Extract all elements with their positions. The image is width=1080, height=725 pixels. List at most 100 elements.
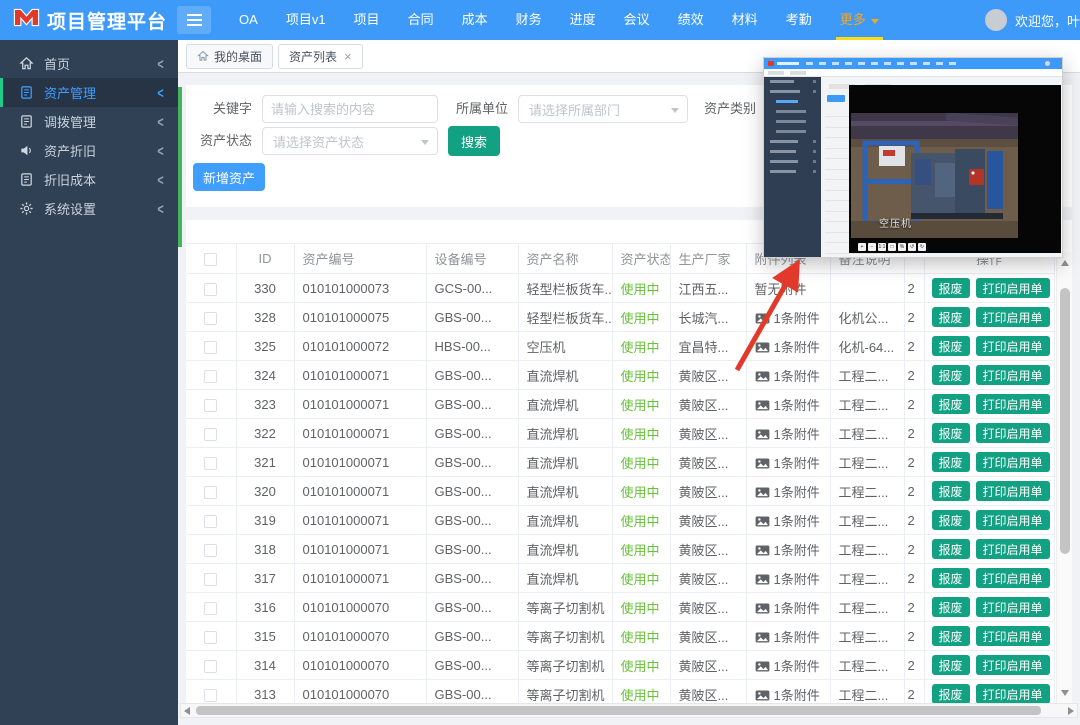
scrap-button[interactable]: 报废 bbox=[932, 394, 970, 414]
search-button[interactable]: 搜索 bbox=[448, 126, 500, 156]
nav-item-1[interactable]: 项目v1 bbox=[272, 0, 340, 40]
scroll-left-arrow[interactable] bbox=[184, 707, 190, 715]
nav-item-7[interactable]: 会议 bbox=[610, 0, 664, 40]
scrap-button[interactable]: 报废 bbox=[932, 423, 970, 443]
content-scroll-indicator[interactable] bbox=[178, 87, 182, 247]
nav-item-6[interactable]: 进度 bbox=[556, 0, 610, 40]
nav-item-5[interactable]: 财务 bbox=[502, 0, 556, 40]
scrap-button[interactable]: 报废 bbox=[932, 307, 970, 327]
nav-item-8[interactable]: 绩效 bbox=[664, 0, 718, 40]
scroll-right-arrow[interactable] bbox=[1068, 707, 1074, 715]
print-activation-button[interactable]: 打印启用单 bbox=[976, 597, 1050, 617]
sidebar-item-0[interactable]: 首页< bbox=[0, 49, 178, 78]
image-icon bbox=[755, 660, 770, 675]
cell-attachment[interactable]: 1条附件 bbox=[746, 506, 830, 535]
print-activation-button[interactable]: 打印启用单 bbox=[976, 481, 1050, 501]
cell-attachment[interactable]: 1条附件 bbox=[746, 477, 830, 506]
row-checkbox[interactable] bbox=[204, 689, 217, 702]
close-icon[interactable] bbox=[344, 50, 352, 63]
row-checkbox[interactable] bbox=[204, 399, 217, 412]
print-activation-button[interactable]: 打印启用单 bbox=[976, 307, 1050, 327]
unit-select[interactable]: 请选择所属部门 bbox=[518, 95, 688, 123]
sidebar-item-3[interactable]: 资产折旧< bbox=[0, 136, 178, 165]
print-activation-button[interactable]: 打印启用单 bbox=[976, 539, 1050, 559]
row-checkbox[interactable] bbox=[204, 544, 217, 557]
print-activation-button[interactable]: 打印启用单 bbox=[976, 655, 1050, 675]
scrap-button[interactable]: 报废 bbox=[932, 510, 970, 530]
scrap-button[interactable]: 报废 bbox=[932, 626, 970, 646]
cell-attachment[interactable]: 1条附件 bbox=[746, 448, 830, 477]
sidebar-item-5[interactable]: 系统设置< bbox=[0, 194, 178, 223]
cell-attachment[interactable]: 1条附件 bbox=[746, 303, 830, 332]
nav-item-more[interactable]: 更多 bbox=[826, 0, 893, 40]
sidebar-item-4[interactable]: 折旧成本< bbox=[0, 165, 178, 194]
scrap-button[interactable]: 报废 bbox=[932, 452, 970, 472]
menu-toggle-button[interactable] bbox=[177, 6, 211, 34]
print-activation-button[interactable]: 打印启用单 bbox=[976, 394, 1050, 414]
nav-item-3[interactable]: 合同 bbox=[394, 0, 448, 40]
avatar[interactable] bbox=[985, 9, 1007, 31]
select-all-checkbox[interactable] bbox=[204, 253, 217, 266]
cell-attachment[interactable]: 1条附件 bbox=[746, 564, 830, 593]
row-checkbox[interactable] bbox=[204, 602, 217, 615]
print-activation-button[interactable]: 打印启用单 bbox=[976, 510, 1050, 530]
scrap-button[interactable]: 报废 bbox=[932, 597, 970, 617]
vertical-scroll-thumb[interactable] bbox=[1060, 288, 1070, 554]
scrap-button[interactable]: 报废 bbox=[932, 336, 970, 356]
scrap-button[interactable]: 报废 bbox=[932, 684, 970, 703]
cell-attachment[interactable]: 1条附件 bbox=[746, 651, 830, 680]
row-checkbox[interactable] bbox=[204, 457, 217, 470]
row-checkbox[interactable] bbox=[204, 312, 217, 325]
row-checkbox[interactable] bbox=[204, 515, 217, 528]
nav-item-2[interactable]: 项目 bbox=[340, 0, 394, 40]
cell-attachment[interactable]: 1条附件 bbox=[746, 361, 830, 390]
vertical-scrollbar[interactable] bbox=[1056, 252, 1072, 704]
print-activation-button[interactable]: 打印启用单 bbox=[976, 626, 1050, 646]
cell-attachment[interactable]: 1条附件 bbox=[746, 390, 830, 419]
scroll-down-arrow[interactable] bbox=[1061, 690, 1069, 696]
cell-attachment[interactable]: 1条附件 bbox=[746, 680, 830, 704]
cell-attachment[interactable]: 1条附件 bbox=[746, 622, 830, 651]
row-checkbox[interactable] bbox=[204, 283, 217, 296]
nav-item-10[interactable]: 考勤 bbox=[772, 0, 826, 40]
user-box[interactable]: 欢迎您，叶炜 bbox=[985, 9, 1080, 31]
nav-item-9[interactable]: 材料 bbox=[718, 0, 772, 40]
sidebar-item-2[interactable]: 调拨管理< bbox=[0, 107, 178, 136]
row-checkbox[interactable] bbox=[204, 573, 217, 586]
horizontal-scroll-thumb[interactable] bbox=[196, 706, 1041, 715]
scrap-button[interactable]: 报废 bbox=[932, 655, 970, 675]
print-activation-button[interactable]: 打印启用单 bbox=[976, 278, 1050, 298]
cell-attachment[interactable]: 暂无附件 bbox=[746, 274, 830, 303]
tab-1[interactable]: 资产列表 bbox=[278, 44, 363, 69]
print-activation-button[interactable]: 打印启用单 bbox=[976, 684, 1050, 703]
scrap-button[interactable]: 报废 bbox=[932, 278, 970, 298]
scrap-button[interactable]: 报废 bbox=[932, 568, 970, 588]
print-activation-button[interactable]: 打印启用单 bbox=[976, 336, 1050, 356]
row-checkbox[interactable] bbox=[204, 486, 217, 499]
tab-0[interactable]: 我的桌面 bbox=[186, 44, 273, 69]
add-asset-button[interactable]: 新增资产 bbox=[193, 163, 265, 191]
nav-item-0[interactable]: OA bbox=[225, 0, 272, 40]
nav-item-4[interactable]: 成本 bbox=[448, 0, 502, 40]
row-checkbox[interactable] bbox=[204, 428, 217, 441]
print-activation-button[interactable]: 打印启用单 bbox=[976, 568, 1050, 588]
cell-attachment[interactable]: 1条附件 bbox=[746, 535, 830, 564]
horizontal-scrollbar[interactable] bbox=[180, 703, 1078, 718]
row-checkbox[interactable] bbox=[204, 341, 217, 354]
row-checkbox[interactable] bbox=[204, 631, 217, 644]
cell-attachment[interactable]: 1条附件 bbox=[746, 593, 830, 622]
scrap-button[interactable]: 报废 bbox=[932, 365, 970, 385]
status-select[interactable]: 请选择资产状态 bbox=[262, 127, 438, 155]
cell-attachment[interactable]: 1条附件 bbox=[746, 332, 830, 361]
scroll-up-arrow[interactable] bbox=[1061, 260, 1069, 266]
print-activation-button[interactable]: 打印启用单 bbox=[976, 452, 1050, 472]
row-checkbox[interactable] bbox=[204, 370, 217, 383]
sidebar-item-1[interactable]: 资产管理< bbox=[0, 78, 178, 107]
keyword-input[interactable] bbox=[262, 95, 438, 123]
scrap-button[interactable]: 报废 bbox=[932, 539, 970, 559]
row-checkbox[interactable] bbox=[204, 660, 217, 673]
cell-attachment[interactable]: 1条附件 bbox=[746, 419, 830, 448]
print-activation-button[interactable]: 打印启用单 bbox=[976, 423, 1050, 443]
print-activation-button[interactable]: 打印启用单 bbox=[976, 365, 1050, 385]
scrap-button[interactable]: 报废 bbox=[932, 481, 970, 501]
